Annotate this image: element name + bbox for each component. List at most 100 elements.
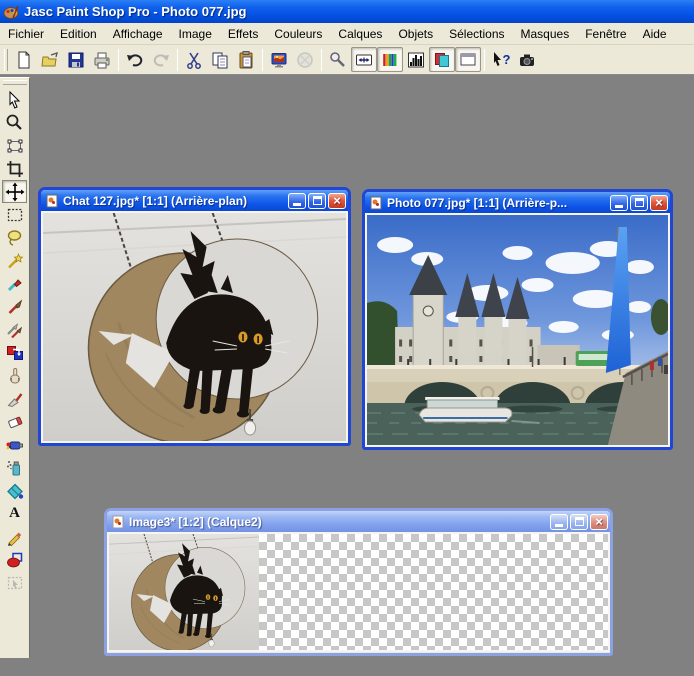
tool-eraser[interactable] [2,410,27,433]
save-button[interactable] [63,47,89,72]
menu-affichage[interactable]: Affichage [105,24,171,44]
image3-titlebar[interactable]: Image3* [1:2] (Calque2) × [107,511,610,532]
minimize-button[interactable] [550,513,568,530]
toggle-histogram-button[interactable] [403,47,429,72]
maximize-button[interactable] [630,194,648,211]
transparent-checkerboard[interactable] [259,534,608,650]
toggle-tool-options-button[interactable] [351,47,377,72]
crop-icon [6,160,23,177]
main-titlebar[interactable]: Jasc Paint Shop Pro - Photo 077.jpg [0,0,694,23]
airbrush-icon [6,460,20,475]
copy-icon [212,52,228,68]
chat127-titlebar[interactable]: Chat 127.jpg* [1:1] (Arrière-plan) × [41,190,348,211]
retouch-hand-icon [9,367,20,383]
photo077-canvas[interactable] [367,215,668,445]
screen-capture-button[interactable] [514,47,540,72]
redo-button[interactable] [148,47,174,72]
tool-scratch-remover[interactable] [2,387,27,410]
tool-object-selector[interactable] [2,571,27,594]
redo-icon [153,53,169,66]
dropper-icon [7,278,22,291]
menu-couleurs[interactable]: Couleurs [266,24,330,44]
full-screen-preview-button[interactable] [266,47,292,72]
chat127-canvas[interactable] [43,213,346,441]
tool-selection[interactable] [2,203,27,226]
tool-color-replacer[interactable] [2,341,27,364]
open-button[interactable] [37,47,63,72]
maximize-button[interactable] [570,513,588,530]
magnifier-icon [6,114,22,130]
scissors-icon [187,52,201,69]
pencil-icon [7,532,21,546]
menu-edition[interactable]: Edition [52,24,105,44]
toolbar-separator [262,48,263,71]
document-icon [370,196,382,209]
document-icon [112,515,124,528]
close-button[interactable]: × [590,513,608,530]
tool-clone-brush[interactable] [2,318,27,341]
toggle-layer-palette-button[interactable] [429,47,455,72]
close-button[interactable]: × [328,192,346,209]
color-replacer-icon [6,345,23,360]
lasso-icon [7,229,21,246]
menu-masques[interactable]: Masques [513,24,578,44]
photo077-content [365,213,670,447]
tool-freehand-selection[interactable] [2,226,27,249]
context-help-button[interactable]: ? [488,47,514,72]
tool-magic-wand[interactable] [2,249,27,272]
menu-fichier[interactable]: Fichier [0,24,52,44]
tool-airbrush[interactable] [2,456,27,479]
image-window-chat127: Chat 127.jpg* [1:1] (Arrière-plan) × [38,187,351,446]
tool-palette-grip[interactable] [2,80,27,85]
undo-icon [127,53,143,66]
menu-effets[interactable]: Effets [220,24,266,44]
tool-picture-tube[interactable] [2,433,27,456]
tool-draw[interactable] [2,525,27,548]
acquire-button[interactable] [292,47,318,72]
photo077-titlebar[interactable]: Photo 077.jpg* [1:1] (Arrière-p... × [365,192,670,213]
toggle-tool-palette-button[interactable] [325,47,351,72]
toolbar-separator [484,48,485,71]
paste-button[interactable] [233,47,259,72]
menu-selections[interactable]: Sélections [441,24,512,44]
menu-calques[interactable]: Calques [330,24,390,44]
mover-icon [5,182,24,201]
tool-dropper[interactable] [2,272,27,295]
tool-text[interactable]: A [2,502,27,525]
monitor-preview-icon [271,52,287,67]
menu-fenetre[interactable]: Fenêtre [577,24,634,44]
tool-retouch[interactable] [2,364,27,387]
image3-canvas[interactable] [109,534,259,650]
wrench-icon [330,51,345,67]
tool-crop[interactable] [2,157,27,180]
tool-zoom[interactable] [2,111,27,134]
text-tool-icon: A [9,505,20,521]
toolbar-grip[interactable] [4,48,8,71]
menu-image[interactable]: Image [171,24,220,44]
close-button[interactable]: × [650,194,668,211]
tool-mover[interactable] [2,180,27,203]
tool-deformation[interactable] [2,134,27,157]
toggle-overview-button[interactable] [455,47,481,72]
tool-paintbrush[interactable] [2,295,27,318]
maximize-button[interactable] [308,192,326,209]
new-button[interactable] [11,47,37,72]
menu-aide[interactable]: Aide [635,24,675,44]
tool-arrow[interactable] [2,88,27,111]
menu-objets[interactable]: Objets [390,24,441,44]
print-button[interactable] [89,47,115,72]
save-floppy-icon [68,52,84,67]
picture-tube-icon [6,441,23,449]
app-icon [3,5,19,19]
camera-icon [520,54,534,66]
tool-flood-fill[interactable] [2,479,27,502]
toggle-color-palette-button[interactable] [377,47,403,72]
undo-button[interactable] [122,47,148,72]
help-arrow-icon [493,51,501,66]
copy-button[interactable] [207,47,233,72]
tool-options-icon [356,54,372,65]
cut-button[interactable] [181,47,207,72]
tool-preset-shapes[interactable] [2,548,27,571]
minimize-button[interactable] [288,192,306,209]
minimize-button[interactable] [610,194,628,211]
